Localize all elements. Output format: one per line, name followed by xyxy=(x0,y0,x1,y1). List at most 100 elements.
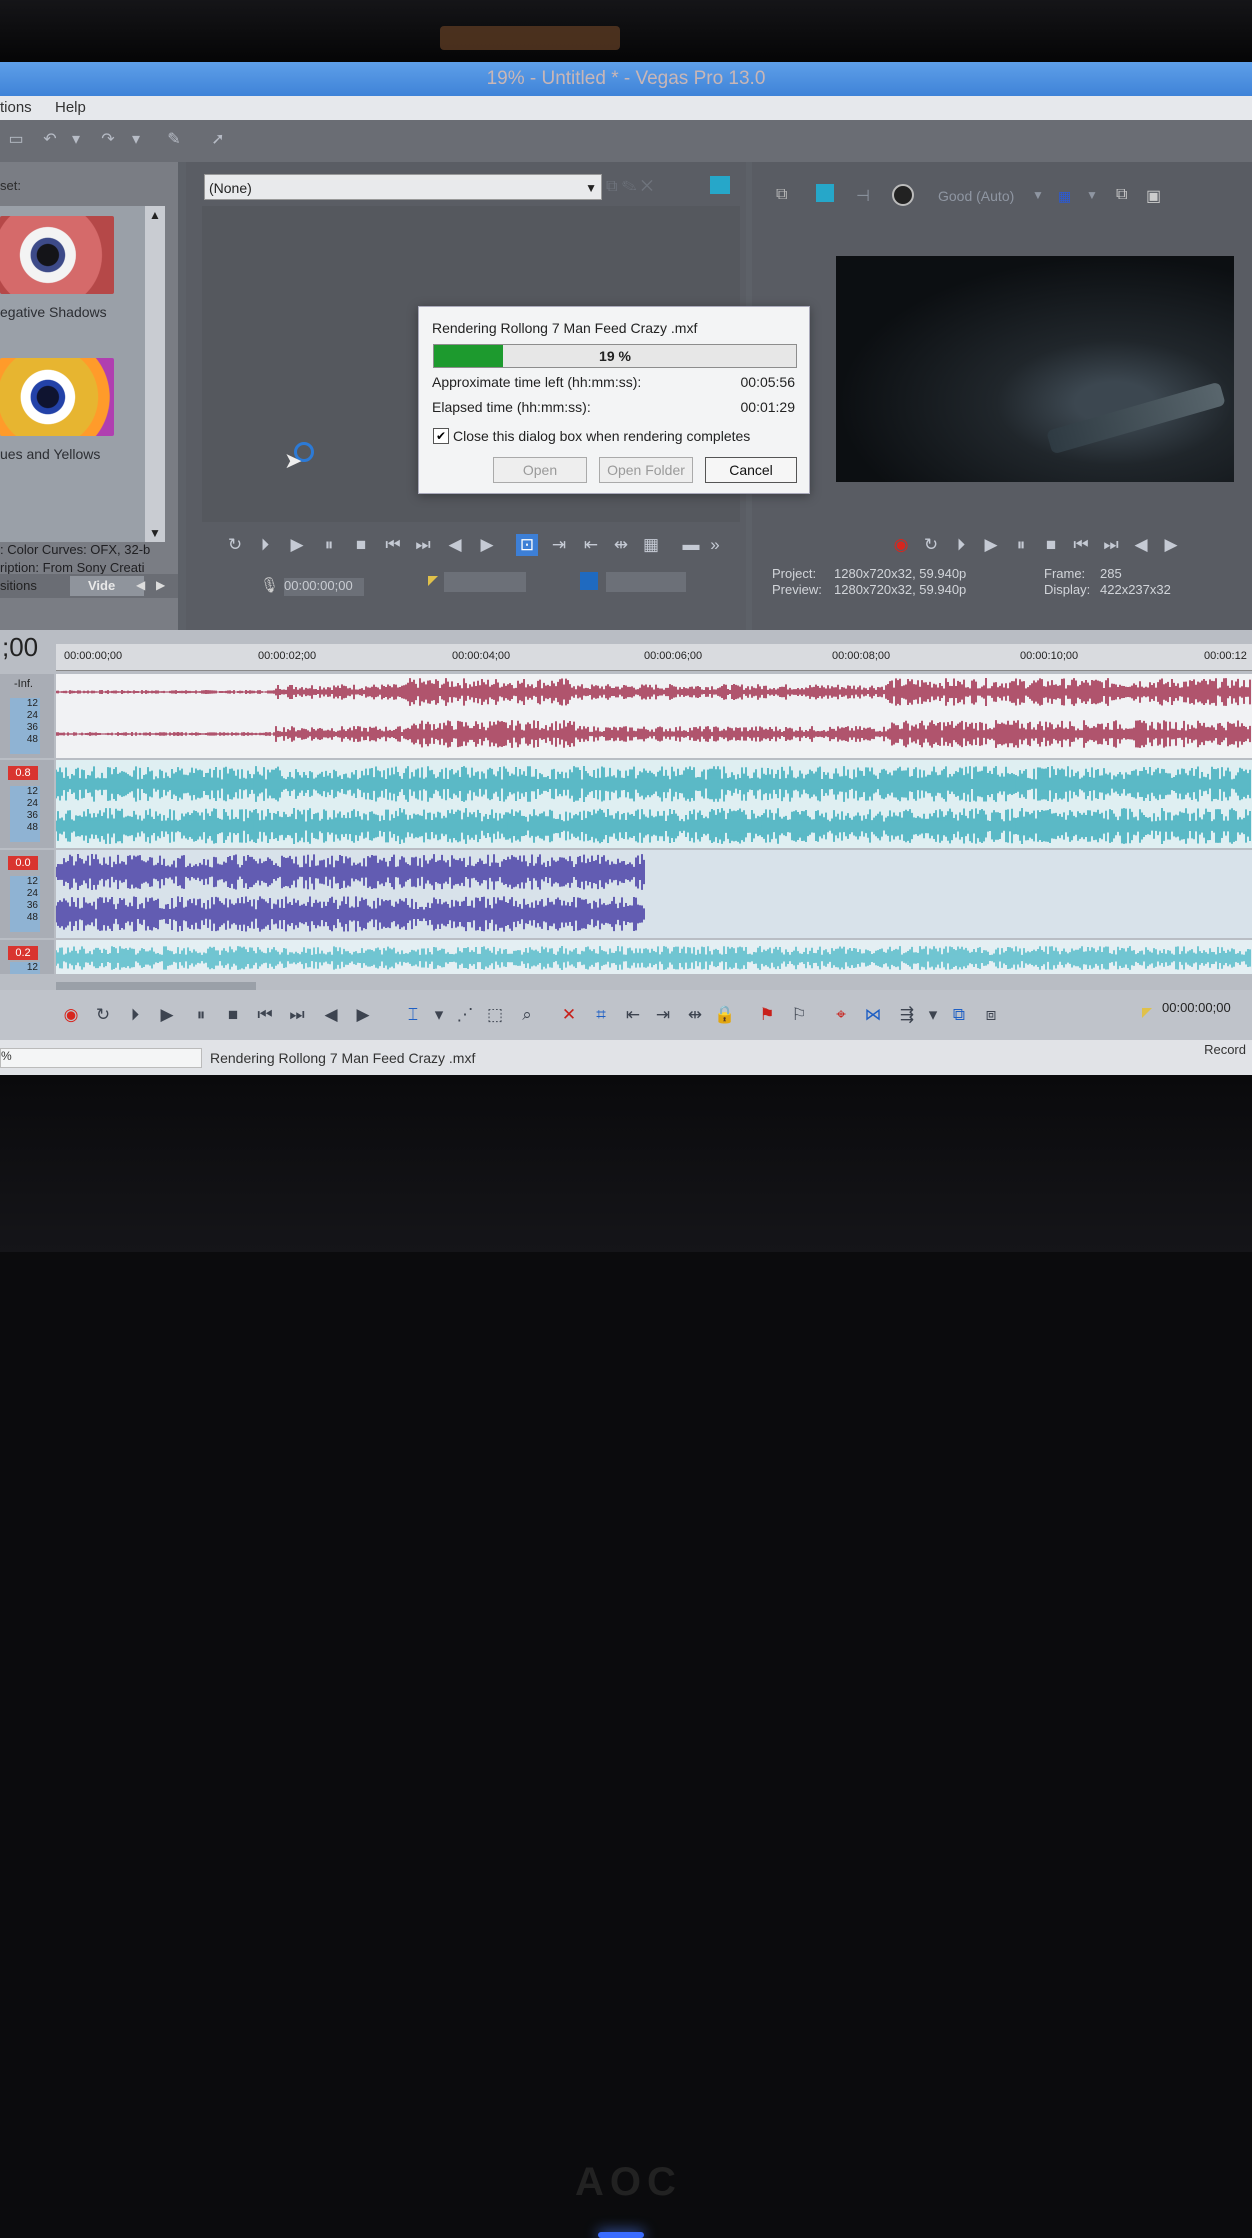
snapping-icon[interactable]: ⌖ xyxy=(830,1004,852,1026)
undo-dropdown-icon[interactable]: ▾ xyxy=(66,130,86,150)
tab-transitions[interactable]: sitions xyxy=(0,578,37,593)
tab-scroll-right-icon[interactable]: ▶ xyxy=(156,578,165,592)
track-header-1[interactable]: -Inf. 12 24 36 48 xyxy=(0,674,54,758)
save-icon[interactable]: ▭ xyxy=(6,130,26,150)
split-icon[interactable]: ⇹ xyxy=(684,1004,706,1026)
normal-edit-tool-icon[interactable]: ⌶ xyxy=(402,1004,424,1026)
track-volume[interactable]: 0.0 xyxy=(8,856,38,870)
prev-frame-icon[interactable]: ◀ xyxy=(320,1004,342,1026)
play-from-start-icon[interactable]: ⏵ xyxy=(950,534,972,556)
redo-icon[interactable]: ↷ xyxy=(98,130,118,150)
cancel-button[interactable]: Cancel xyxy=(705,457,797,483)
audio-track-1[interactable] xyxy=(56,674,1252,758)
menu-options[interactable]: tions xyxy=(0,99,32,116)
tab-video-fx[interactable]: Vide xyxy=(70,576,144,596)
trim-end-icon[interactable]: ⇥ xyxy=(652,1004,674,1026)
go-to-start-icon[interactable]: ⏮ xyxy=(382,534,404,556)
scroll-up-icon[interactable]: ▲ xyxy=(148,208,162,222)
stop-icon[interactable]: ■ xyxy=(350,534,372,556)
track-header-4[interactable]: 0.2 12 xyxy=(0,940,54,974)
delete-icon[interactable]: ✕ xyxy=(558,1004,580,1026)
track-header-2[interactable]: 0.8 12 24 36 48 xyxy=(0,760,54,848)
next-frame-icon[interactable]: ▶ xyxy=(476,534,498,556)
pause-icon[interactable]: ⏸ xyxy=(190,1004,212,1026)
pause-icon[interactable]: ⏸ xyxy=(318,534,340,556)
add-to-timeline-icon[interactable]: ⇥ xyxy=(548,534,570,556)
chevron-down-icon[interactable]: ▼ xyxy=(1032,188,1044,202)
play-from-start-icon[interactable]: ⏵ xyxy=(124,1004,146,1026)
in-point-field[interactable] xyxy=(444,572,526,592)
envelope-tool-icon[interactable]: ⋰ xyxy=(454,1004,476,1026)
preset-thumbnail-negative-shadows[interactable] xyxy=(0,216,114,294)
preset-label-blues-and-yellows[interactable]: ues and Yellows xyxy=(0,446,100,462)
stop-icon[interactable]: ■ xyxy=(1040,534,1062,556)
open-button[interactable]: Open xyxy=(493,457,587,483)
prev-frame-icon[interactable]: ◀ xyxy=(1130,534,1152,556)
track-volume[interactable]: 0.8 xyxy=(8,766,38,780)
stop-icon[interactable]: ■ xyxy=(222,1004,244,1026)
go-to-start-icon[interactable]: ⏮ xyxy=(1070,534,1092,556)
audio-track-4[interactable] xyxy=(56,940,1252,974)
audio-track-3[interactable] xyxy=(56,850,1252,938)
trim-mode-icon[interactable]: ⊡ xyxy=(516,534,538,556)
play-icon[interactable]: ▶ xyxy=(156,1004,178,1026)
chevron-down-icon[interactable]: ▾ xyxy=(428,1004,450,1026)
film-icon[interactable]: ▦ xyxy=(640,534,662,556)
external-monitor-icon[interactable] xyxy=(816,184,834,202)
monitor-icon[interactable]: ▬ xyxy=(680,534,702,556)
record-icon[interactable]: ◉ xyxy=(890,534,912,556)
close-when-complete-label[interactable]: Close this dialog box when rendering com… xyxy=(453,428,750,444)
preview-properties-icon[interactable]: ⧉ xyxy=(776,186,787,204)
trim-start-icon[interactable]: ⇤ xyxy=(622,1004,644,1026)
loop-icon[interactable]: ↻ xyxy=(920,534,942,556)
go-to-end-icon[interactable]: ⏭ xyxy=(286,1004,308,1026)
close-when-complete-checkbox[interactable]: ✔ xyxy=(433,428,449,444)
video-fx-icon[interactable] xyxy=(892,184,914,206)
play-icon[interactable]: ▶ xyxy=(286,534,308,556)
trim-icon[interactable]: ⌗ xyxy=(590,1004,612,1026)
open-folder-button[interactable]: Open Folder xyxy=(599,457,693,483)
zoom-tool-icon[interactable]: ⌕ xyxy=(516,1004,538,1026)
audio-track-2[interactable] xyxy=(56,760,1252,848)
next-frame-icon[interactable]: ▶ xyxy=(1160,534,1182,556)
menu-help[interactable]: Help xyxy=(55,99,86,116)
trimmer-media-select[interactable]: (None) ▼ xyxy=(204,174,602,200)
copy-snapshot-icon[interactable]: ⧉ xyxy=(1116,186,1127,204)
preview-quality-select[interactable]: Good (Auto) xyxy=(938,188,1014,204)
lock-envelopes-icon[interactable]: ⧈ xyxy=(980,1004,1002,1026)
selection-tool-icon[interactable]: ⬚ xyxy=(484,1004,506,1026)
tab-scroll-left-icon[interactable]: ◀ xyxy=(136,578,145,592)
scroll-down-icon[interactable]: ▼ xyxy=(148,526,162,540)
go-to-end-icon[interactable]: ⏭ xyxy=(412,534,434,556)
trimmer-monitor-icon[interactable] xyxy=(710,176,730,194)
pause-icon[interactable]: ⏸ xyxy=(1010,534,1032,556)
loop-icon[interactable]: ↻ xyxy=(92,1004,114,1026)
auto-crossfade-icon[interactable]: ⋈ xyxy=(862,1004,884,1026)
track-volume[interactable]: 0.2 xyxy=(8,946,38,960)
trimmer-timecode[interactable]: 00:00:00;00 xyxy=(284,578,364,596)
insert-marker-icon[interactable]: ⚑ xyxy=(756,1004,778,1026)
track-header-3[interactable]: 0.0 12 24 36 48 xyxy=(0,850,54,938)
trimmer-tool-icons[interactable]: ⧉ ✎ ✕ xyxy=(606,178,653,196)
timeline-timecode[interactable]: 00:00:00;00 xyxy=(1162,1000,1242,1018)
next-frame-icon[interactable]: ▶ xyxy=(352,1004,374,1026)
chevron-down-icon[interactable]: ▼ xyxy=(1086,188,1098,202)
group-icon[interactable]: ⧉ xyxy=(948,1004,970,1026)
properties-icon[interactable]: ✎ xyxy=(164,130,184,150)
help-pointer-icon[interactable]: ➚ xyxy=(208,130,228,150)
chevron-down-icon[interactable]: ▾ xyxy=(922,1004,944,1026)
time-ruler[interactable]: 00:00:00;00 00:00:02;00 00:00:04;00 00:0… xyxy=(56,644,1252,671)
redo-dropdown-icon[interactable]: ▾ xyxy=(126,130,146,150)
preset-label-negative-shadows[interactable]: egative Shadows xyxy=(0,304,107,320)
overwrite-icon[interactable]: ⇹ xyxy=(610,534,632,556)
record-icon[interactable]: ◉ xyxy=(60,1004,82,1026)
insert-region-icon[interactable]: ⚐ xyxy=(788,1004,810,1026)
lock-icon[interactable]: 🔒 xyxy=(714,1004,736,1026)
go-to-end-icon[interactable]: ⏭ xyxy=(1100,534,1122,556)
insert-icon[interactable]: ⇤ xyxy=(580,534,602,556)
play-icon[interactable]: ▶ xyxy=(980,534,1002,556)
go-to-start-icon[interactable]: ⏮ xyxy=(254,1004,276,1026)
save-snapshot-icon[interactable]: ▣ xyxy=(1146,186,1161,206)
preset-thumbnail-blues-and-yellows[interactable] xyxy=(0,358,114,436)
selection-length-field[interactable] xyxy=(606,572,686,592)
